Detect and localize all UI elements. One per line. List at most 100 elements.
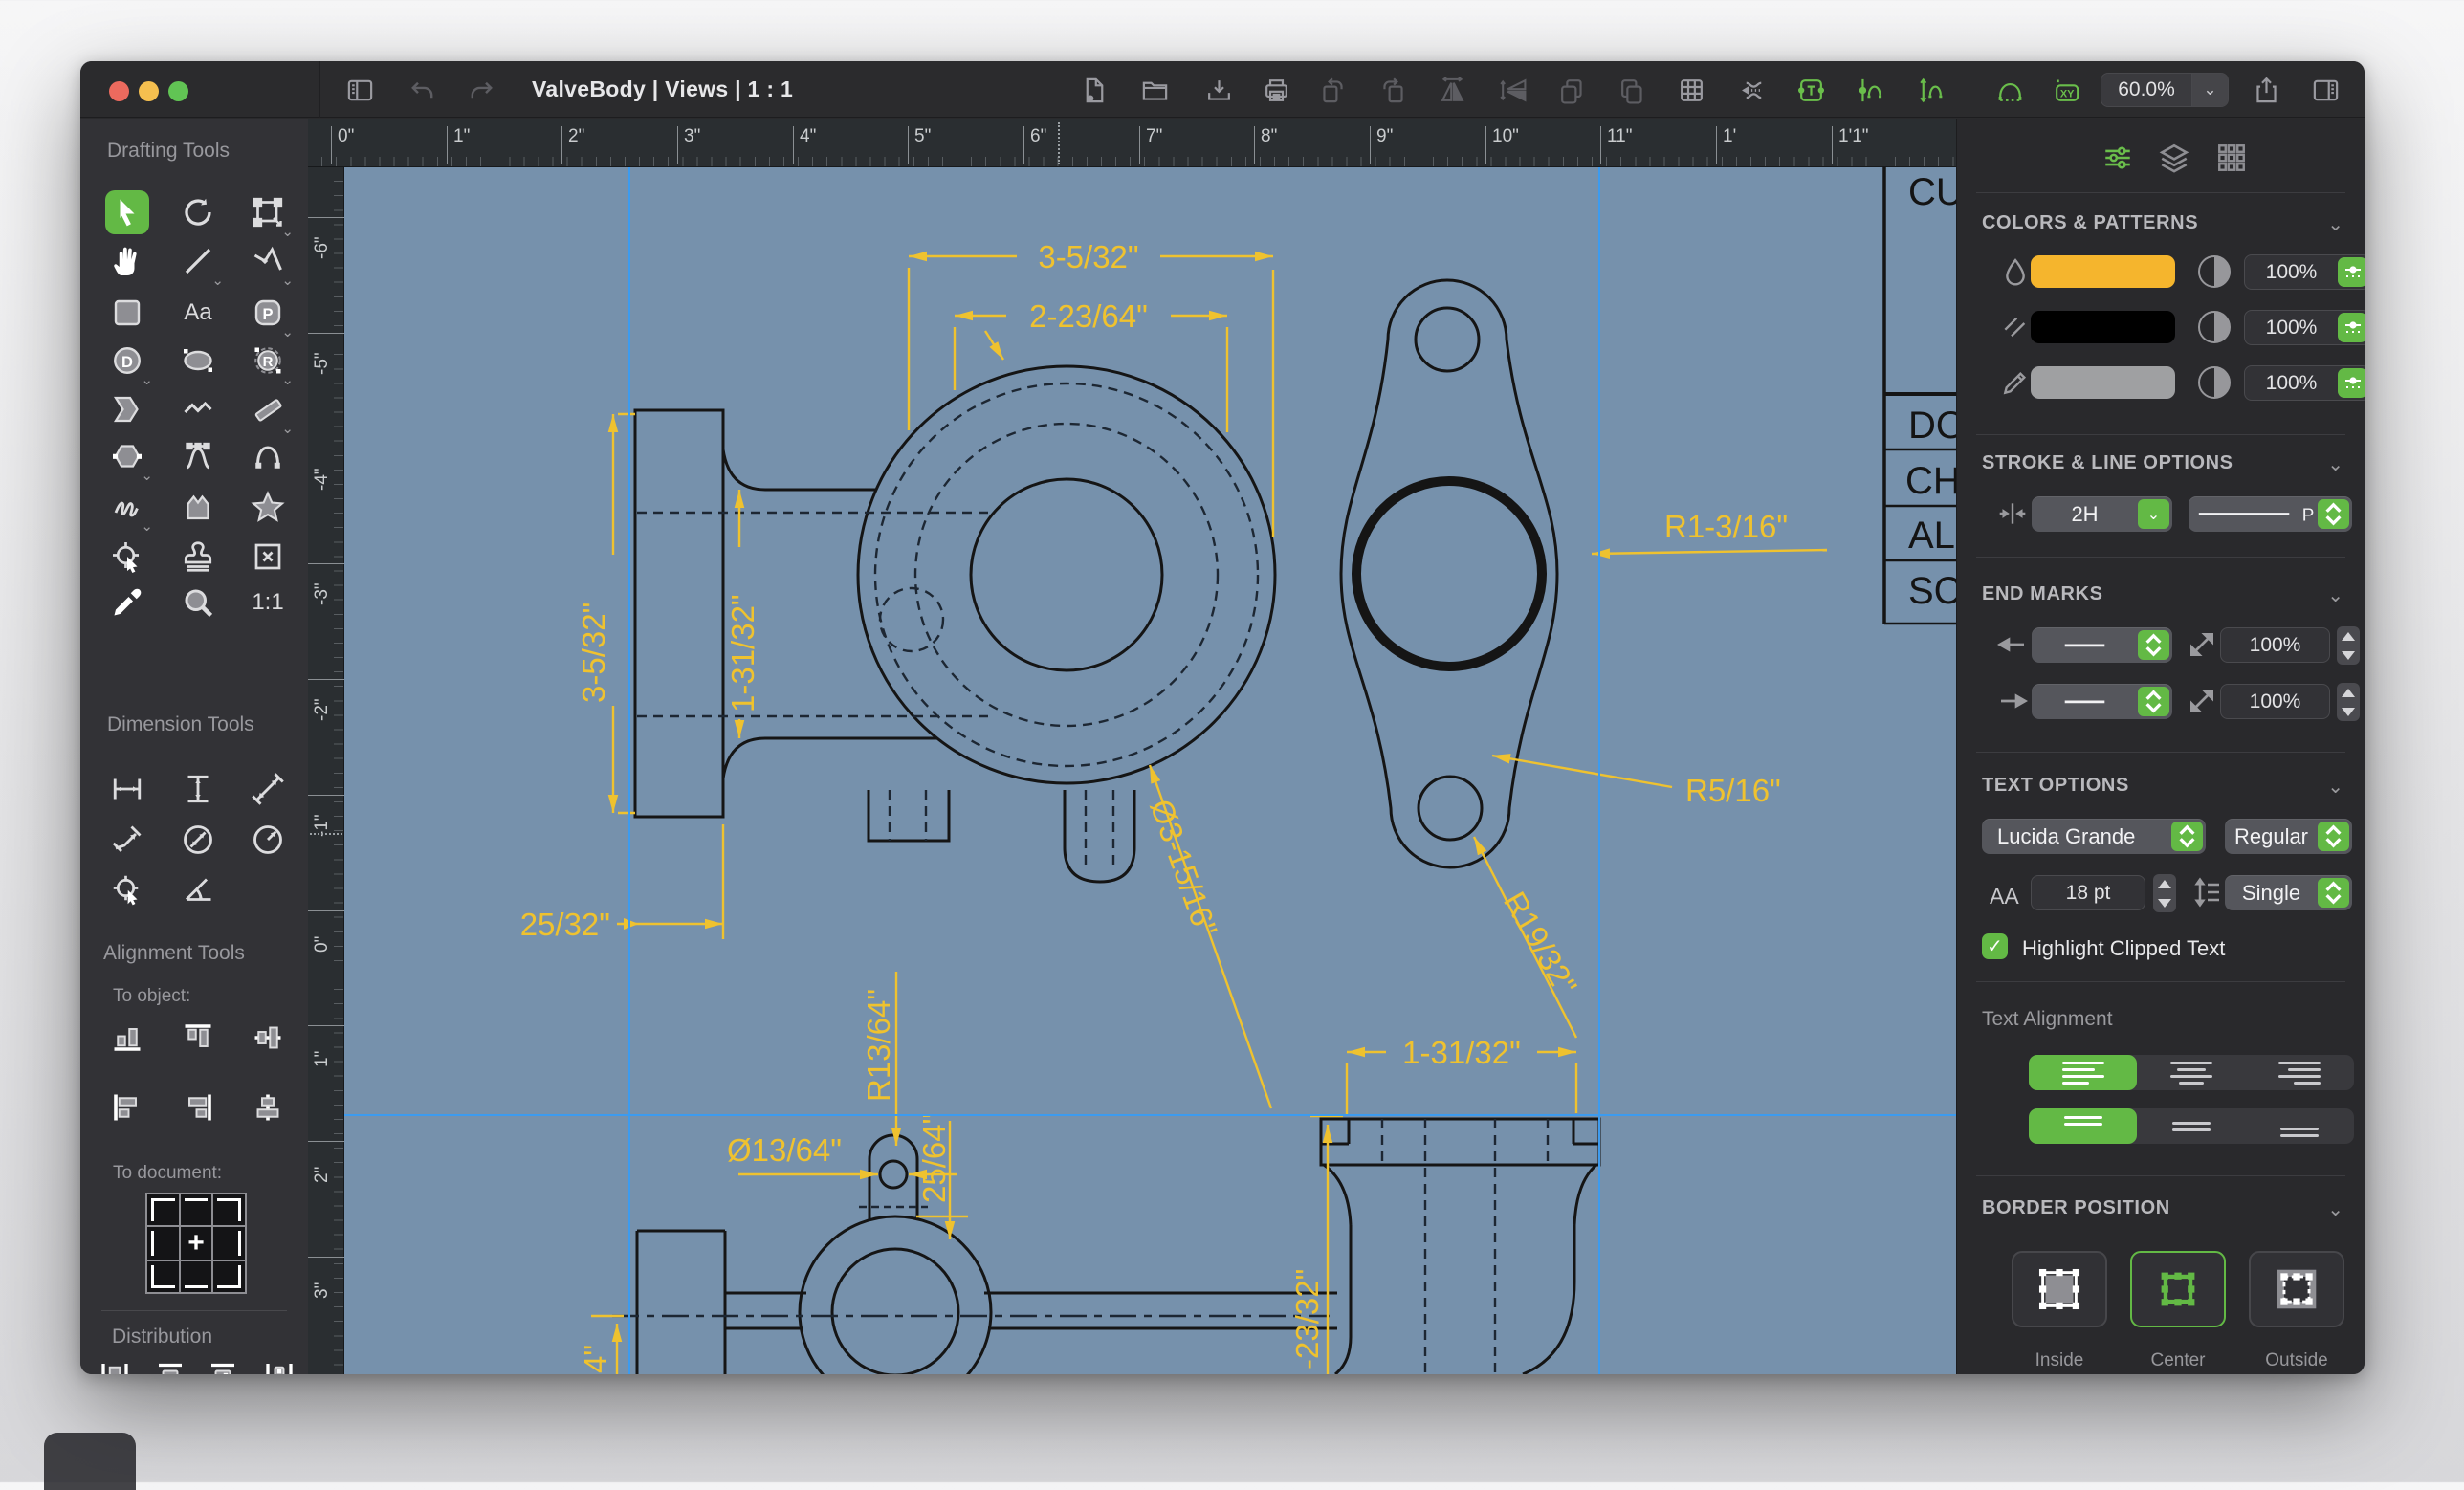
dim-partial[interactable]: 4" <box>578 1345 613 1373</box>
stroke-opacity-slider-button[interactable] <box>2338 313 2365 342</box>
font-size-stepper[interactable] <box>2153 874 2176 912</box>
tab-symbols[interactable] <box>2211 140 2253 176</box>
dim-oblique-tool[interactable] <box>105 818 149 862</box>
vertical-ruler[interactable]: -6" -5" -4" -3" -2" -1" 0" 1" 2" 3" <box>308 167 344 1374</box>
horizontal-ruler[interactable]: 0" 1" 2" 3" 4" 5" 6" 7" 8" 9" 10" 11" 1'… <box>308 119 1956 167</box>
center-mark-tool[interactable] <box>105 867 149 911</box>
pencil-icon[interactable] <box>1998 365 2033 400</box>
import-icon[interactable] <box>1201 73 1236 107</box>
align-center-tool[interactable] <box>246 1085 290 1129</box>
redo-icon[interactable] <box>464 73 498 107</box>
align-text-bottom-button[interactable] <box>2246 1108 2354 1144</box>
select-tool[interactable] <box>105 190 149 234</box>
oval-flange[interactable] <box>1339 278 1559 869</box>
dim-lug-radius[interactable]: R13/64" <box>861 989 896 1102</box>
dimension-vertical-icon[interactable] <box>1913 73 1947 107</box>
marker-tool[interactable]: ⌄ <box>246 387 294 437</box>
stamp-tool[interactable] <box>176 535 220 579</box>
chevron-shape-tool[interactable] <box>105 387 149 431</box>
freehand-tool[interactable]: ⌄ <box>105 485 153 535</box>
distribute-horizontal-tool[interactable] <box>93 1353 137 1374</box>
dim-slot-radius[interactable]: R19/32" <box>1497 886 1584 1001</box>
flange-bore[interactable] <box>1352 476 1547 671</box>
highlight-clipped-checkbox[interactable]: ✓ <box>1982 933 2008 959</box>
close-button[interactable] <box>109 81 129 101</box>
align-bottom-tool[interactable] <box>105 1016 149 1060</box>
align-text-top-button[interactable] <box>2029 1108 2138 1144</box>
eyedropper-tool[interactable] <box>105 581 149 624</box>
hexagon-tool[interactable]: ⌄ <box>105 434 153 484</box>
dim-depth[interactable]: -23/32" <box>1289 1269 1325 1369</box>
bottom-view-geometry[interactable] <box>635 1133 1337 1374</box>
blob-tool[interactable] <box>176 485 220 529</box>
tab-layers[interactable] <box>2153 140 2195 176</box>
line-style-dropdown[interactable]: P <box>2189 496 2352 532</box>
stroke-opacity-field[interactable]: 100% <box>2244 310 2365 345</box>
dim-corner-radius[interactable]: R1-3/16" <box>1664 509 1788 544</box>
guides[interactable] <box>344 167 1956 1374</box>
coordinates-xy-icon[interactable]: XY <box>2049 73 2083 107</box>
fill-blend-icon[interactable] <box>2198 255 2231 288</box>
circle-d-tool[interactable]: D ⌄ <box>105 339 153 388</box>
transform-tool[interactable]: ⌄ <box>246 190 294 240</box>
share-icon[interactable] <box>2249 73 2283 107</box>
send-backward-icon[interactable] <box>1615 73 1649 107</box>
dim-hole-diameter[interactable]: Ø13/64" <box>727 1132 842 1168</box>
end-mark-scale-field[interactable]: 100% <box>2220 684 2330 719</box>
text-frame-icon[interactable] <box>1793 73 1828 107</box>
ellipse-tool[interactable] <box>176 339 220 383</box>
stroke-weight-dropdown[interactable]: 2H ⌄ <box>2032 496 2172 532</box>
end-mark-scale-stepper[interactable] <box>2337 683 2360 721</box>
drawing-canvas[interactable]: CUS DON CHA ALL SCA <box>344 167 1993 1374</box>
polygon-p-tool[interactable]: P ⌄ <box>246 291 294 340</box>
fill-opacity-slider-button[interactable] <box>2338 257 2365 287</box>
zigzag-tool[interactable] <box>176 387 220 431</box>
align-middle-tool[interactable] <box>246 1016 290 1060</box>
endmarks-collapse-chevron[interactable]: ⌄ <box>2327 583 2343 607</box>
rotate-right-icon[interactable] <box>1375 73 1410 107</box>
text-tool[interactable]: Aa <box>176 291 220 335</box>
left-flange[interactable] <box>633 408 725 819</box>
dimension-horizontal-icon[interactable] <box>1854 73 1888 107</box>
font-family-dropdown[interactable]: Lucida Grande <box>1982 819 2206 854</box>
pencil-color-swatch[interactable] <box>2031 366 2175 399</box>
connection-line-icon[interactable] <box>1736 73 1771 107</box>
colors-collapse-chevron[interactable]: ⌄ <box>2327 212 2343 236</box>
align-left-tool[interactable] <box>105 1085 149 1129</box>
flip-vertical-icon[interactable] <box>1495 73 1529 107</box>
zoom-control[interactable]: 60.0% ⌄ <box>2101 73 2229 107</box>
border-outside-button[interactable] <box>2249 1251 2344 1327</box>
export-settings-icon[interactable] <box>1077 73 1111 107</box>
toggle-inspector-icon[interactable] <box>2308 73 2343 107</box>
rotate-left-icon[interactable] <box>1315 73 1350 107</box>
dim-diameter-tool[interactable] <box>176 818 220 862</box>
body-outline[interactable] <box>856 364 1277 785</box>
point-select-tool[interactable] <box>105 535 149 579</box>
star-tool[interactable] <box>246 485 290 529</box>
open-folder-icon[interactable] <box>1137 73 1172 107</box>
start-mark-scale-stepper[interactable] <box>2337 626 2360 665</box>
stroke-blend-icon[interactable] <box>2198 311 2231 343</box>
rotate-tool[interactable] <box>176 190 220 234</box>
align-right-tool[interactable] <box>176 1085 220 1129</box>
font-size-field[interactable]: 18 pt <box>2031 875 2145 910</box>
dim-top-width[interactable]: 3-5/32" <box>1038 239 1138 274</box>
print-icon[interactable] <box>1259 73 1293 107</box>
minimize-button[interactable] <box>139 81 159 101</box>
dim-flange-width[interactable]: 25/32" <box>520 907 610 942</box>
polyline-tool[interactable]: ⌄ <box>246 239 294 289</box>
title-block[interactable]: CUS DON CHA ALL SCA <box>1882 167 1993 625</box>
line-spacing-dropdown[interactable]: Single <box>2225 875 2352 910</box>
align-top-tool[interactable] <box>176 1016 220 1060</box>
distribute-vertical-tool[interactable] <box>148 1353 192 1374</box>
bezier-tool[interactable] <box>176 434 220 478</box>
dim-body-diameter[interactable]: Ø3-15/16" <box>1143 795 1224 941</box>
pencil-blend-icon[interactable] <box>2198 366 2231 399</box>
align-text-left-button[interactable] <box>2029 1055 2138 1090</box>
dim-radius-tool[interactable] <box>246 818 290 862</box>
pencil-opacity-slider-button[interactable] <box>2338 368 2365 398</box>
start-mark-dropdown[interactable] <box>2032 627 2172 663</box>
font-style-dropdown[interactable]: Regular <box>2225 819 2352 854</box>
align-text-center-button[interactable] <box>2137 1055 2245 1090</box>
dim-elbow-width[interactable]: 1-31/32" <box>1402 1035 1521 1070</box>
